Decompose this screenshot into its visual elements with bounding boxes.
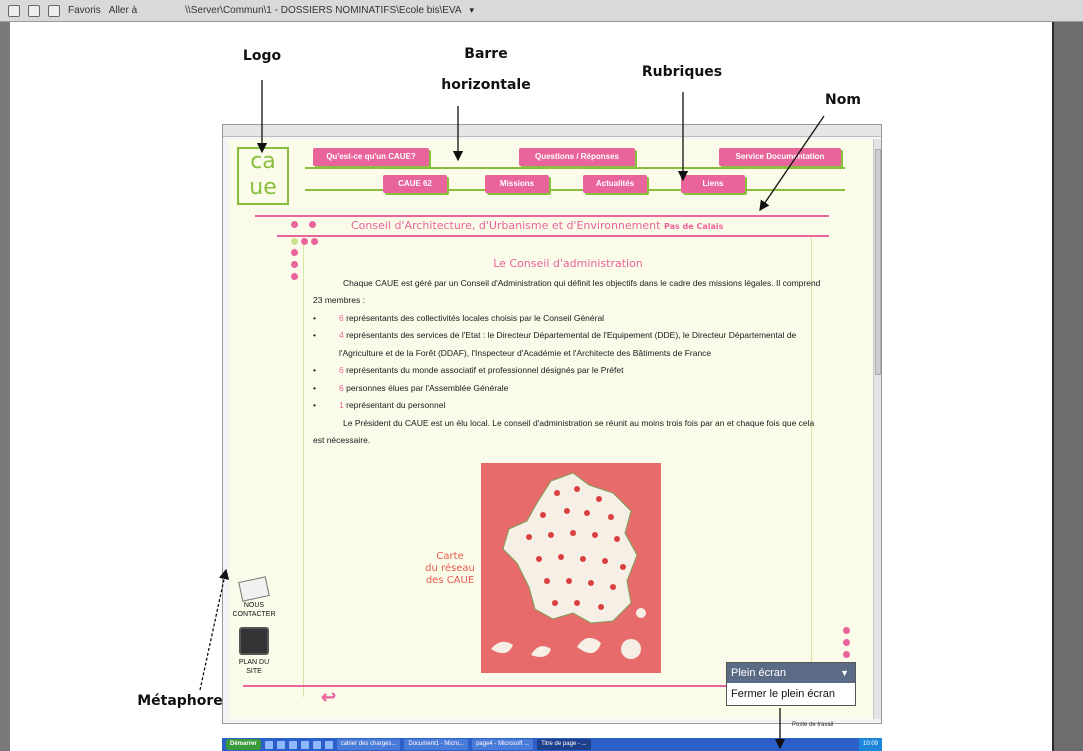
metaphor-arrow (199, 568, 230, 691)
annotation-arrows (199, 80, 825, 750)
name-arrow (759, 115, 825, 212)
